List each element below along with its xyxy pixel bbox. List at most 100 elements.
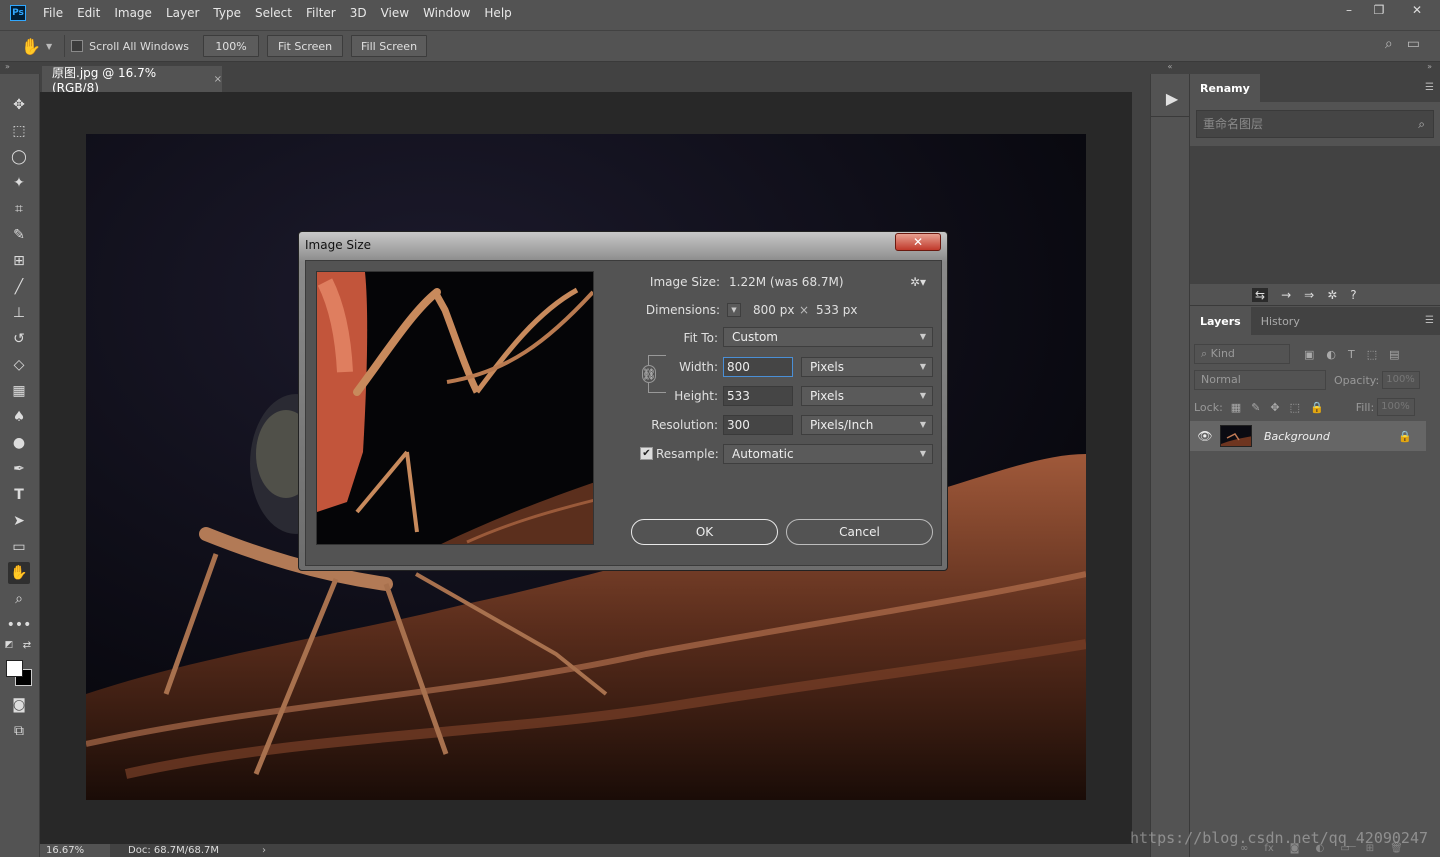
layer-name[interactable]: Background	[1264, 430, 1330, 443]
type-tool-icon[interactable]: T	[8, 484, 30, 506]
lock-position-icon[interactable]: ✥	[1270, 401, 1279, 414]
menu-help[interactable]: Help	[477, 0, 518, 26]
double-arrow-icon[interactable]: ⇒	[1304, 288, 1314, 302]
ok-button[interactable]: OK	[631, 519, 778, 545]
history-brush-tool-icon[interactable]: ↺	[8, 328, 30, 350]
fit-screen-button[interactable]: Fit Screen	[267, 35, 344, 57]
menu-image[interactable]: Image	[107, 0, 159, 26]
type-filter-icon[interactable]: T	[1348, 348, 1355, 361]
menu-edit[interactable]: Edit	[70, 0, 107, 26]
lock-transparent-icon[interactable]: ▦	[1231, 401, 1241, 414]
smart-object-filter-icon[interactable]: ▤	[1389, 348, 1399, 361]
brush-tool-icon[interactable]: ╱	[8, 276, 30, 298]
height-input[interactable]: 533	[723, 386, 793, 406]
healing-tool-icon[interactable]: ⊞	[8, 250, 30, 272]
dimensions-unit-dropdown[interactable]: ▼	[727, 303, 741, 317]
width-unit-select[interactable]: Pixels ▼	[801, 357, 933, 377]
menu-filter[interactable]: Filter	[299, 0, 343, 26]
lock-pixels-icon[interactable]: ✎	[1251, 401, 1260, 414]
hand-tool-preset-icon[interactable]: ✋	[20, 35, 42, 57]
stamp-tool-icon[interactable]: ⊥	[8, 302, 30, 324]
kind-filter-select[interactable]: ⌕ Kind	[1194, 344, 1290, 364]
more-tools-icon[interactable]: •••	[7, 614, 32, 636]
swap-colors-icon[interactable]: ⇄	[20, 638, 34, 652]
height-unit-select[interactable]: Pixels ▼	[801, 386, 933, 406]
scroll-all-windows-checkbox[interactable]	[71, 40, 84, 52]
menu-window[interactable]: Window	[416, 0, 477, 26]
menu-3d[interactable]: 3D	[343, 0, 374, 26]
fill-field[interactable]: 100%	[1377, 398, 1416, 416]
status-menu-arrow[interactable]: ›	[262, 845, 266, 856]
menu-view[interactable]: View	[374, 0, 416, 26]
gradient-tool-icon[interactable]: ▦	[8, 380, 30, 402]
cancel-button[interactable]: Cancel	[786, 519, 933, 545]
crop-tool-icon[interactable]: ⌗	[8, 198, 30, 220]
dodge-tool-icon[interactable]: ●	[8, 432, 30, 454]
resample-select[interactable]: Automatic ▼	[723, 444, 933, 464]
renamy-search-input[interactable]: 重命名图层 ⌕	[1196, 110, 1434, 138]
panel-menu-icon[interactable]: ☰	[1425, 315, 1434, 326]
mini-panel-collapse-strip[interactable]: «	[1150, 62, 1190, 74]
blur-tool-icon[interactable]: ♠	[8, 406, 30, 428]
play-icon[interactable]: ▶	[1161, 86, 1183, 110]
resample-checkbox[interactable]: ✔	[640, 447, 653, 460]
default-colors-icon[interactable]: ◩	[2, 638, 16, 652]
search-icon[interactable]: ⌕	[1418, 111, 1425, 137]
resolution-unit-select[interactable]: Pixels/Inch ▼	[801, 415, 933, 435]
fit-to-select[interactable]: Custom ▼	[723, 327, 933, 347]
pixel-filter-icon[interactable]: ▣	[1304, 348, 1314, 361]
quick-mask-icon[interactable]: ◙	[8, 694, 30, 716]
gear-icon[interactable]: ✲	[1327, 288, 1337, 302]
resolution-input[interactable]: 300	[723, 415, 793, 435]
image-preview[interactable]	[316, 271, 594, 545]
opacity-field[interactable]: 100%	[1382, 371, 1421, 389]
vertical-scrollbar[interactable]	[1132, 92, 1150, 844]
lock-all-icon[interactable]: 🔒	[1310, 401, 1324, 414]
dialog-close-button[interactable]: ✕	[895, 233, 941, 251]
panel-collapse-strip[interactable]: »	[1190, 62, 1440, 74]
layer-row-background[interactable]: 👁 Background 🔒	[1190, 421, 1426, 451]
screen-mode-icon[interactable]: ⧉	[8, 720, 30, 742]
path-selection-tool-icon[interactable]: ➤	[8, 510, 30, 532]
hand-tool-icon[interactable]: ✋	[8, 562, 30, 584]
zoom-tool-icon[interactable]: ⌕	[8, 588, 30, 610]
tab-renamy[interactable]: Renamy	[1190, 74, 1260, 102]
foreground-color-swatch[interactable]	[6, 660, 23, 677]
document-tab[interactable]: 原图.jpg @ 16.7% (RGB/8) ×	[42, 66, 222, 95]
close-window-button[interactable]: ✕	[1394, 0, 1440, 20]
width-input[interactable]: 800	[723, 357, 793, 377]
lasso-tool-icon[interactable]: ◯	[8, 146, 30, 168]
lock-artboard-icon[interactable]: ⬚	[1290, 401, 1300, 414]
menu-select[interactable]: Select	[248, 0, 299, 26]
move-tool-icon[interactable]: ✥	[8, 94, 30, 116]
close-tab-icon[interactable]: ×	[214, 74, 222, 85]
eye-icon[interactable]: 👁	[1190, 429, 1220, 443]
zoom-level-field[interactable]: 16.67%	[40, 844, 110, 857]
marquee-tool-icon[interactable]: ⬚	[8, 120, 30, 142]
adjustment-filter-icon[interactable]: ◐	[1326, 348, 1336, 361]
panel-menu-icon[interactable]: ☰	[1425, 82, 1434, 93]
chevron-down-icon[interactable]: ▼	[46, 42, 52, 51]
eraser-tool-icon[interactable]: ◇	[8, 354, 30, 376]
gear-icon[interactable]: ✲▾	[910, 275, 926, 289]
menu-layer[interactable]: Layer	[159, 0, 206, 26]
workspace-icon[interactable]: ▭	[1407, 36, 1420, 52]
blend-mode-select[interactable]: Normal	[1194, 370, 1326, 390]
rectangle-tool-icon[interactable]: ▭	[8, 536, 30, 558]
fill-screen-button[interactable]: Fill Screen	[351, 35, 428, 57]
pen-tool-icon[interactable]: ✒	[8, 458, 30, 480]
magic-wand-tool-icon[interactable]: ✦	[8, 172, 30, 194]
menu-type[interactable]: Type	[206, 0, 248, 26]
eyedropper-tool-icon[interactable]: ✎	[8, 224, 30, 246]
zoom-100-button[interactable]: 100%	[203, 35, 260, 57]
help-icon[interactable]: ?	[1350, 288, 1356, 302]
arrow-right-icon[interactable]: →	[1281, 288, 1291, 302]
toolbar-collapse-strip[interactable]: »	[0, 62, 40, 74]
shape-filter-icon[interactable]: ⬚	[1367, 348, 1377, 361]
adjust-icon[interactable]: ⇆	[1252, 287, 1269, 302]
tab-layers[interactable]: Layers	[1190, 307, 1251, 335]
search-icon[interactable]: ⌕	[1385, 36, 1393, 52]
tab-history[interactable]: History	[1251, 307, 1310, 335]
minimize-button[interactable]: –	[1334, 0, 1364, 20]
menu-file[interactable]: File	[36, 0, 70, 26]
